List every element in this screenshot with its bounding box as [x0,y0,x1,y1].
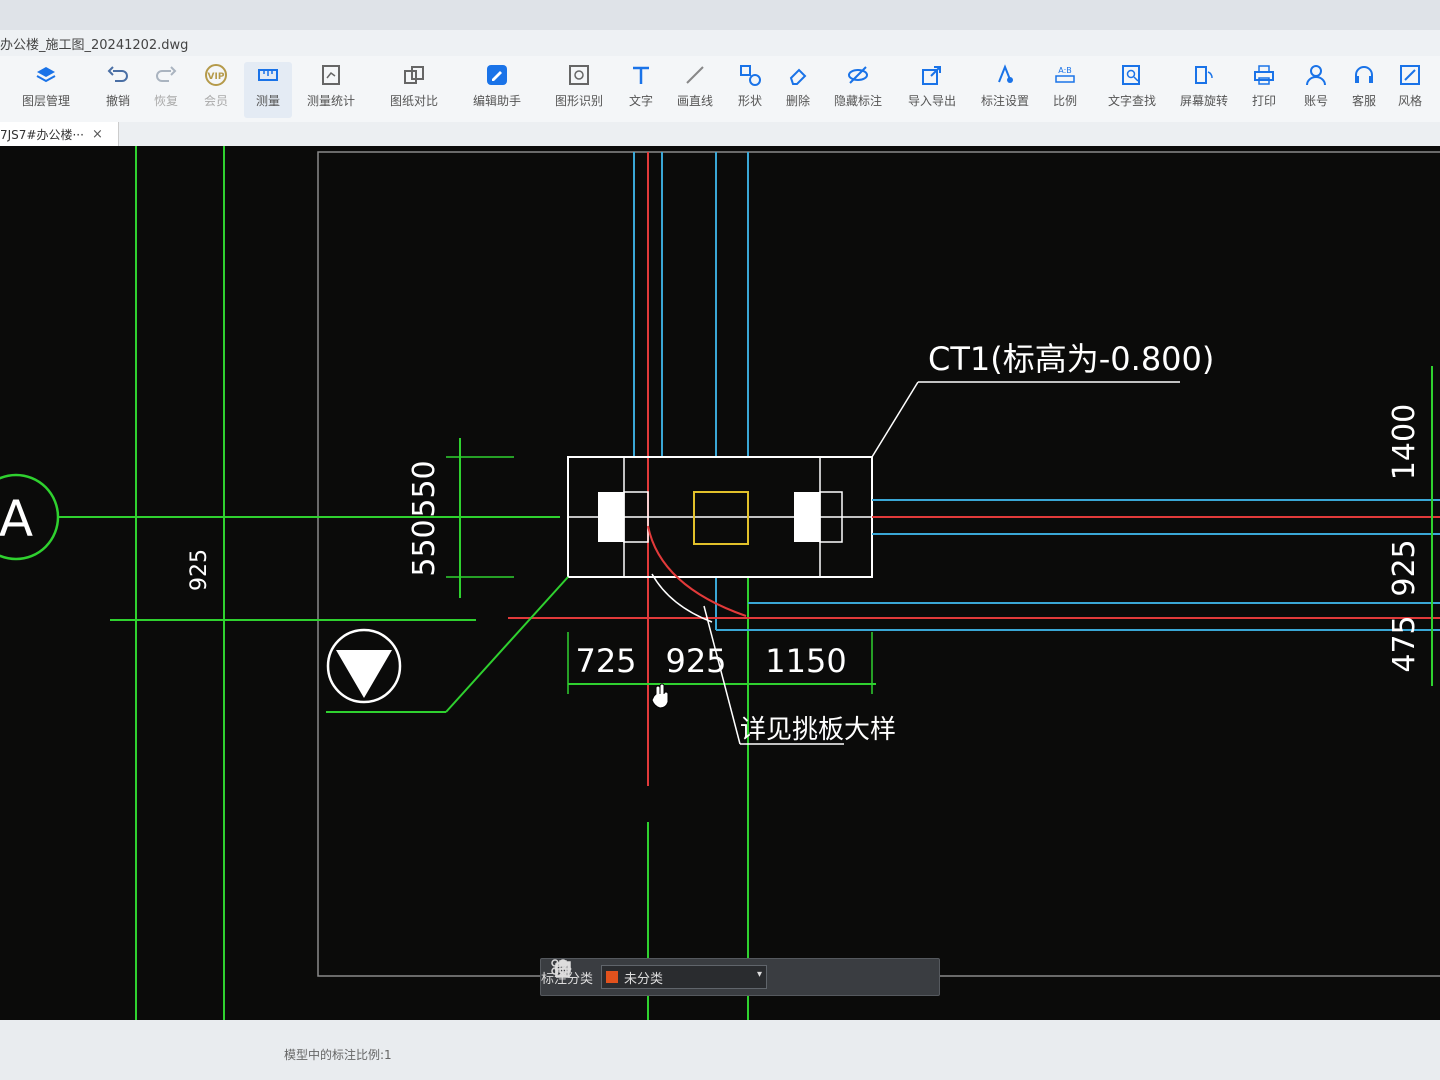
core-outline [693,491,749,545]
style-button[interactable]: 风格 [1390,62,1430,118]
title-bar: 办公楼_施工图_20241202.dwg [0,30,1440,56]
customer-service-button[interactable]: 客服 [1344,62,1384,118]
redo-button[interactable]: 恢复 [146,62,186,118]
dim-text: 725 [575,642,636,680]
redo-icon [156,66,177,82]
rotate-screen-button[interactable]: 屏幕旋转 [1174,62,1234,118]
undo-button[interactable]: 撤销 [98,62,138,118]
dim-text: 550 [407,460,442,517]
document-tab-bar: 7JS7#办公楼··· × [0,122,1440,146]
cad-viewer-window: 办公楼_施工图_20241202.dwg 图层管理 撤销 恢复 VIP 会员 测… [0,0,1440,1080]
print-button[interactable]: 打印 [1244,62,1284,118]
section-triangle [336,650,392,698]
import-export-button[interactable]: 导入导出 [902,62,962,118]
delete-button[interactable]: 删除 [778,62,818,118]
shape-icon [740,65,761,86]
shape-recognize-icon [569,65,589,85]
drawing-frame [317,151,1440,977]
shape-recognize-button[interactable]: 图形识别 [548,62,610,118]
annotation-category-select[interactable]: 未分类 ▾ [601,965,768,989]
dim-text: 925 [1387,539,1422,596]
vip-icon: VIP [205,64,227,86]
annotation-scale-status: 模型中的标注比例:1 [284,1048,392,1062]
hide-annotation-icon [848,66,868,84]
edit-assistant-icon [487,65,507,85]
scale-button[interactable]: A:B 比例 [1046,62,1084,118]
annotation-settings-icon [998,64,1013,83]
dim-text: 925 [187,549,212,591]
category-color-swatch [606,971,619,983]
edit-assistant-button[interactable]: 编辑助手 [466,62,528,118]
leader-line [445,576,569,713]
compare-button[interactable]: 图纸对比 [384,62,444,118]
column-fill [794,492,820,542]
svg-text:VIP: VIP [208,72,225,82]
pile-cap-label: CT1(标高为-0.800) [928,340,1214,378]
paste-icon[interactable] [553,959,573,979]
layers-icon [36,67,56,83]
print-icon [1254,65,1274,85]
text-icon [633,66,649,84]
account-button[interactable]: 账号 [1296,62,1336,118]
document-tab[interactable]: 7JS7#办公楼··· × [0,122,119,146]
axis-label: A [0,490,33,548]
cad-drawing: A 925 550 550 725 925 1150 CT1(标高为-0.800… [0,146,1440,1020]
annotation-category-value: 未分类 [624,971,664,987]
window-title: 办公楼_施工图_20241202.dwg [0,38,189,53]
style-icon [1400,65,1420,85]
layer-manager-button[interactable]: 图层管理 [14,62,78,118]
measure-stats-icon [322,65,340,85]
dim-text: 1150 [765,642,846,680]
detail-note: 详见挑板大样 [740,715,896,745]
measure-icon [258,69,278,81]
svg-text:A:B: A:B [1058,66,1072,75]
import-export-icon [922,66,941,85]
dim-text: 925 [665,642,726,680]
chevron-down-icon: ▾ [756,969,763,980]
measure-stats-button[interactable]: 测量统计 [300,62,362,118]
dim-text: 1400 [1387,404,1422,480]
vip-button[interactable]: VIP 会员 [196,62,236,118]
headset-icon [1355,66,1373,83]
dim-text: 475 [1387,615,1422,672]
undo-icon [107,66,128,82]
dim-text: 550 [407,519,442,576]
compare-icon [404,66,424,84]
main-toolbar: 图层管理 撤销 恢复 VIP 会员 测量 测量统计 图纸对比 编辑助手 图形识别… [0,56,1440,123]
text-search-icon [1122,65,1140,85]
shape-button[interactable]: 形状 [730,62,770,118]
cad-curve [647,525,747,617]
scale-icon: A:B [1055,66,1075,83]
eraser-icon [789,68,807,85]
annotation-toolbar: 标注分类 未分类 ▾ [540,958,940,996]
hand-cursor-icon [651,683,669,709]
status-bar: 模型中的标注比例:1 [0,1020,1440,1080]
column-fill [598,492,624,542]
leader-line [871,381,919,458]
annotation-settings-button[interactable]: 标注设置 [974,62,1036,118]
text-search-button[interactable]: 文字查找 [1102,62,1162,118]
drawing-canvas[interactable]: A 925 550 550 725 925 1150 CT1(标高为-0.800… [0,146,1440,1020]
account-icon [1306,65,1326,86]
close-icon[interactable]: × [92,127,103,142]
measure-button[interactable]: 测量 [244,62,292,118]
rotate-screen-icon [1195,66,1213,84]
draw-line-button[interactable]: 画直线 [670,62,720,118]
hide-annotation-button[interactable]: 隐藏标注 [828,62,888,118]
line-icon [686,66,704,84]
document-tab-label: 7JS7#办公楼··· [0,127,84,142]
text-button[interactable]: 文字 [622,62,660,118]
